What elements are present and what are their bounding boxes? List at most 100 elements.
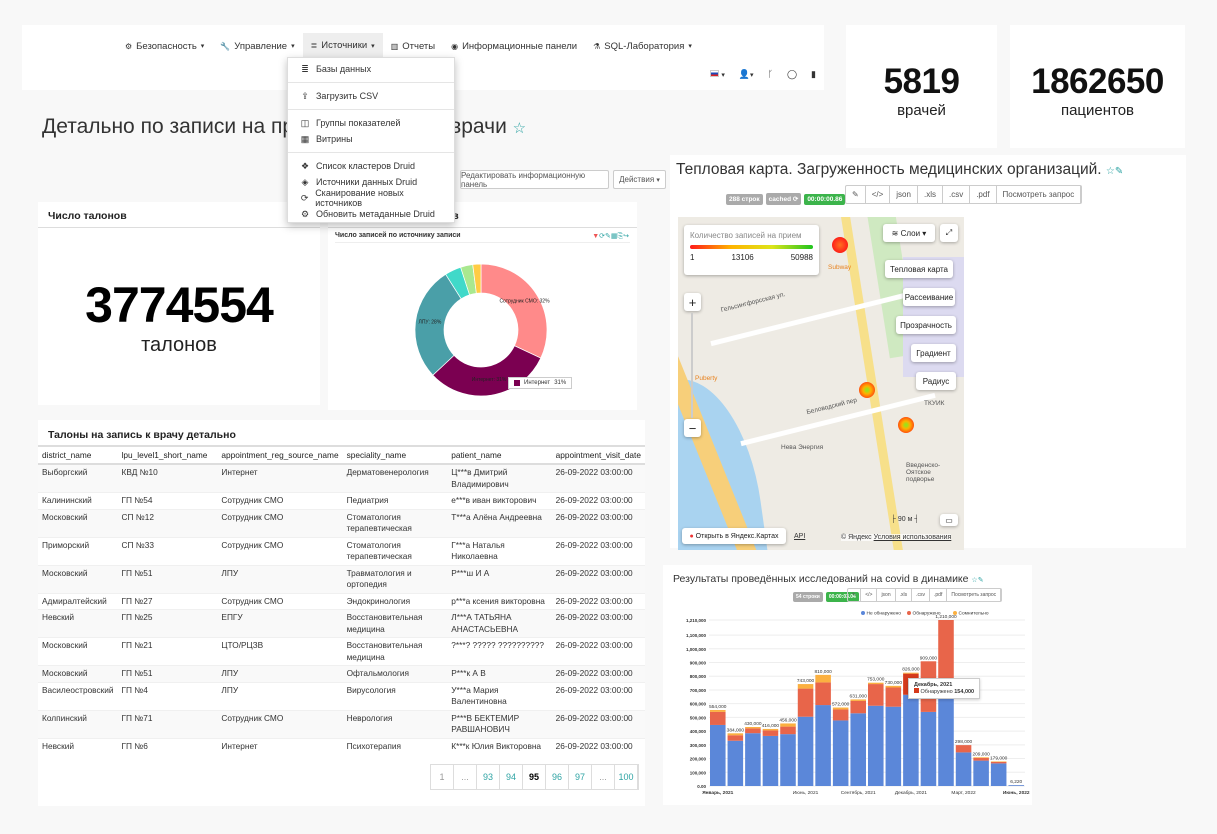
menu-item[interactable]: ⚙ Обновить метаданные Druid — [288, 206, 454, 222]
bar-segment[interactable] — [780, 723, 796, 727]
table-row[interactable]: Московский СП №12 Сотрудник СМО Стоматологи… — [38, 508, 645, 537]
page-link[interactable]: 93 — [477, 765, 500, 789]
legend-label[interactable]: Сомнительно — [959, 611, 989, 617]
toolbar-button[interactable]: json — [890, 186, 918, 203]
menu-item[interactable]: ≣ Базы данных — [288, 61, 454, 77]
bar-segment[interactable] — [920, 711, 937, 786]
bar-segment[interactable] — [797, 684, 814, 689]
star-icon[interactable]: ☆ — [513, 120, 526, 137]
column-header[interactable]: patient_name — [447, 447, 552, 465]
menu-item[interactable]: ◫ Группы показателей — [288, 115, 454, 131]
bar-segment[interactable] — [990, 761, 1007, 762]
map-control-button[interactable]: Рассеивание — [903, 288, 955, 306]
legend-marker[interactable] — [861, 611, 865, 615]
page-link[interactable]: ... — [454, 765, 477, 789]
toolbar-button[interactable]: ✎ — [846, 186, 866, 203]
bar-segment[interactable] — [780, 726, 796, 735]
bar-segment[interactable] — [868, 682, 884, 685]
table-row[interactable]: Московский ГП №51 ЛПУ Офтальмология Р***к А … — [38, 665, 645, 682]
bar-segment[interactable] — [832, 707, 849, 710]
table-row[interactable]: Московский ГП №51 ЛПУ Травматология и ортоп… — [38, 564, 645, 593]
bar-segment[interactable] — [973, 760, 989, 786]
table-row[interactable]: Колпинский ГП №71 Сотрудник СМО Неврология Р… — [38, 709, 645, 738]
bar-segment[interactable] — [710, 724, 726, 786]
menu-item[interactable]: ❖ Список кластеров Druid — [288, 158, 454, 174]
legend-marker[interactable] — [953, 611, 957, 615]
page-link[interactable]: 100 — [615, 765, 638, 789]
page-link[interactable]: ... — [592, 765, 615, 789]
bar-segment[interactable] — [973, 757, 989, 759]
bar-segment[interactable] — [762, 730, 779, 736]
bar-segment[interactable] — [850, 700, 866, 714]
menu-item[interactable]: ▦ Витрины — [288, 131, 454, 147]
bar-segment[interactable] — [973, 758, 989, 761]
edit-dashboard-button[interactable]: Редактировать информационную панель — [460, 170, 609, 189]
bar-segment[interactable] — [885, 685, 902, 688]
bar-segment[interactable] — [990, 763, 1007, 786]
actions-button[interactable]: Действия ▾ — [613, 170, 666, 189]
bar-segment[interactable] — [885, 706, 902, 786]
bar-segment[interactable] — [885, 687, 902, 707]
bar-segment[interactable] — [850, 699, 866, 701]
user-menu[interactable]: 👤▾ — [739, 69, 754, 80]
code-fork-icon[interactable]: ᚴ — [768, 69, 773, 80]
bar-segment[interactable] — [797, 716, 814, 786]
table-row[interactable]: Адмиралтейский ГП №27 Сотрудник СМО Эндокри… — [38, 592, 645, 610]
language-menu[interactable]: ▾ — [709, 69, 725, 80]
column-header[interactable]: appointment_visit_date — [551, 447, 645, 465]
bar-segment[interactable] — [938, 696, 954, 786]
toolbar-button[interactable]: .csv — [943, 186, 971, 203]
page-link[interactable]: 95 — [523, 765, 546, 789]
bar-segment[interactable] — [868, 705, 884, 786]
menu-item[interactable]: ⇪ Загрузить CSV — [288, 88, 454, 104]
page-link[interactable]: 96 — [546, 765, 569, 789]
map-control-button[interactable]: Градиент — [911, 344, 956, 362]
bar-segment[interactable] — [745, 733, 761, 786]
bar-segment[interactable] — [903, 672, 919, 674]
fullscreen-icon[interactable]: ⤢ — [940, 224, 958, 242]
table-scroll[interactable]: district_name lpu_level1_short_name appoin… — [38, 447, 645, 752]
table-row[interactable]: Калининский ГП №54 Сотрудник СМО Педиатрия е… — [38, 492, 645, 509]
map-control-button[interactable]: Радиус — [916, 372, 956, 390]
bar-segment[interactable] — [955, 745, 972, 753]
bar-segment[interactable] — [710, 709, 726, 712]
table-row[interactable]: Невский ГП №25 ЕПГУ Восстановительная медиц… — [38, 609, 645, 638]
legend-label[interactable]: Не обнаружено — [867, 611, 902, 617]
legend-label[interactable]: Обнаружено — [913, 611, 941, 617]
bar-segment[interactable] — [1008, 785, 1024, 786]
table-row[interactable]: Выборгский КВД №10 Интернет Дерматовенероло… — [38, 463, 645, 493]
nav-item-4[interactable]: ◉ Информационные панели — [443, 33, 585, 59]
map-control-button[interactable]: Прозрачность — [896, 316, 956, 334]
bar-segment[interactable] — [832, 709, 849, 721]
donut-slice[interactable] — [480, 263, 548, 359]
heatmap-map[interactable]: Гельсингфорсская ул. Беловодский пер Sub… — [678, 217, 964, 550]
bar-segment[interactable] — [832, 720, 849, 786]
bar-segment[interactable] — [797, 688, 814, 717]
bar-segment[interactable] — [903, 694, 919, 786]
bar-segment[interactable] — [710, 711, 726, 725]
bar-segment[interactable] — [727, 733, 744, 736]
api-link[interactable]: API — [794, 533, 805, 540]
table-row[interactable]: Василеостровский ГП №4 ЛПУ Вирусология У***а… — [38, 681, 645, 710]
bar-segment[interactable] — [955, 752, 972, 786]
table-row[interactable]: Невский ГП №6 Интернет Психотерапия К***к Юл… — [38, 737, 645, 752]
bar-segment[interactable] — [850, 713, 866, 786]
column-header[interactable]: district_name — [38, 447, 118, 465]
bar-segment[interactable] — [727, 740, 744, 786]
column-header[interactable]: lpu_level1_short_name — [117, 447, 218, 465]
zoom-out-button[interactable]: − — [684, 419, 701, 437]
bar-segment[interactable] — [815, 682, 831, 706]
book-icon[interactable]: ▮ — [811, 69, 816, 80]
toolbar-button[interactable]: Посмотреть запрос — [997, 186, 1082, 203]
bar-segment[interactable] — [780, 734, 796, 786]
page-link[interactable]: 1 — [431, 765, 454, 789]
bar-segment[interactable] — [727, 735, 744, 741]
bar-segment[interactable] — [762, 728, 779, 731]
bar-segment[interactable] — [745, 727, 761, 729]
map-control-button[interactable]: Тепловая карта — [885, 260, 953, 278]
open-in-yandex-maps-link[interactable]: ● Открыть в Яндекс.Картах — [682, 528, 786, 544]
layers-button[interactable]: ≋ Слои ▾ — [883, 224, 935, 242]
table-row[interactable]: Приморский СП №33 Сотрудник СМО Стоматологи… — [38, 536, 645, 565]
star-icon[interactable]: ☆ — [1106, 166, 1115, 177]
toolbar-button[interactable]: </> — [866, 186, 891, 203]
